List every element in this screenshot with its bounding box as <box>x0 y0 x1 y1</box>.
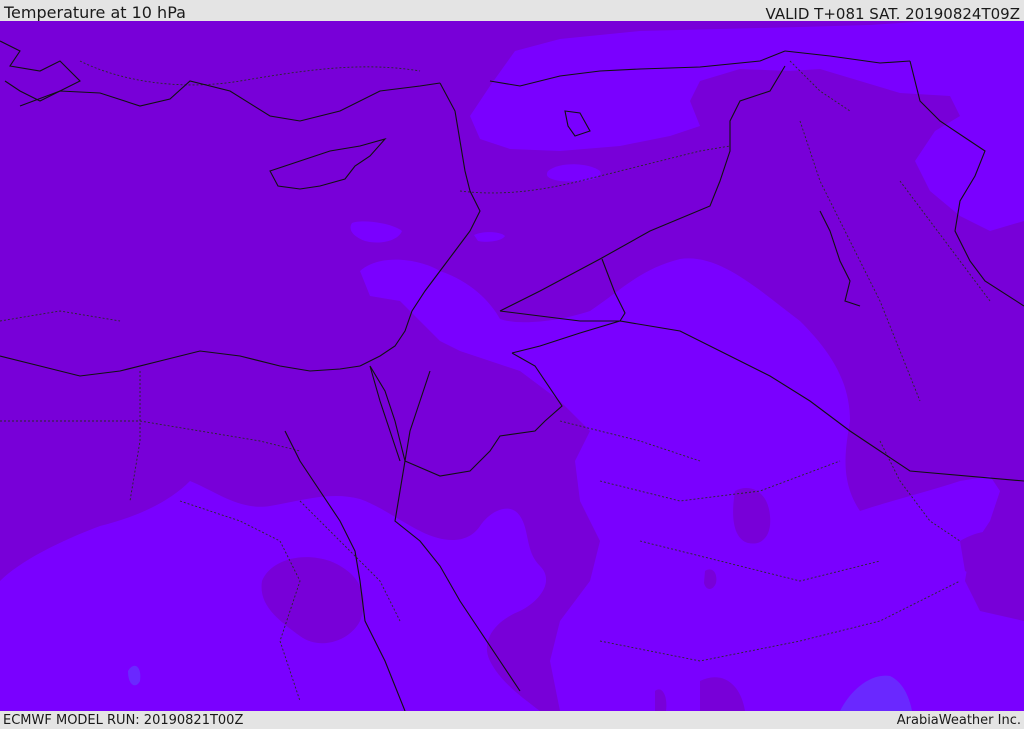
model-run-label: ECMWF MODEL RUN: 20190821T00Z <box>3 713 244 728</box>
map-window: Temperature at 10 hPa VALID T+081 SAT. 2… <box>0 0 1024 729</box>
map-title: Temperature at 10 hPa <box>4 3 186 22</box>
map-canvas <box>0 21 1024 711</box>
temperature-map <box>0 21 1024 711</box>
credit-label: ArabiaWeather Inc. <box>896 713 1021 728</box>
